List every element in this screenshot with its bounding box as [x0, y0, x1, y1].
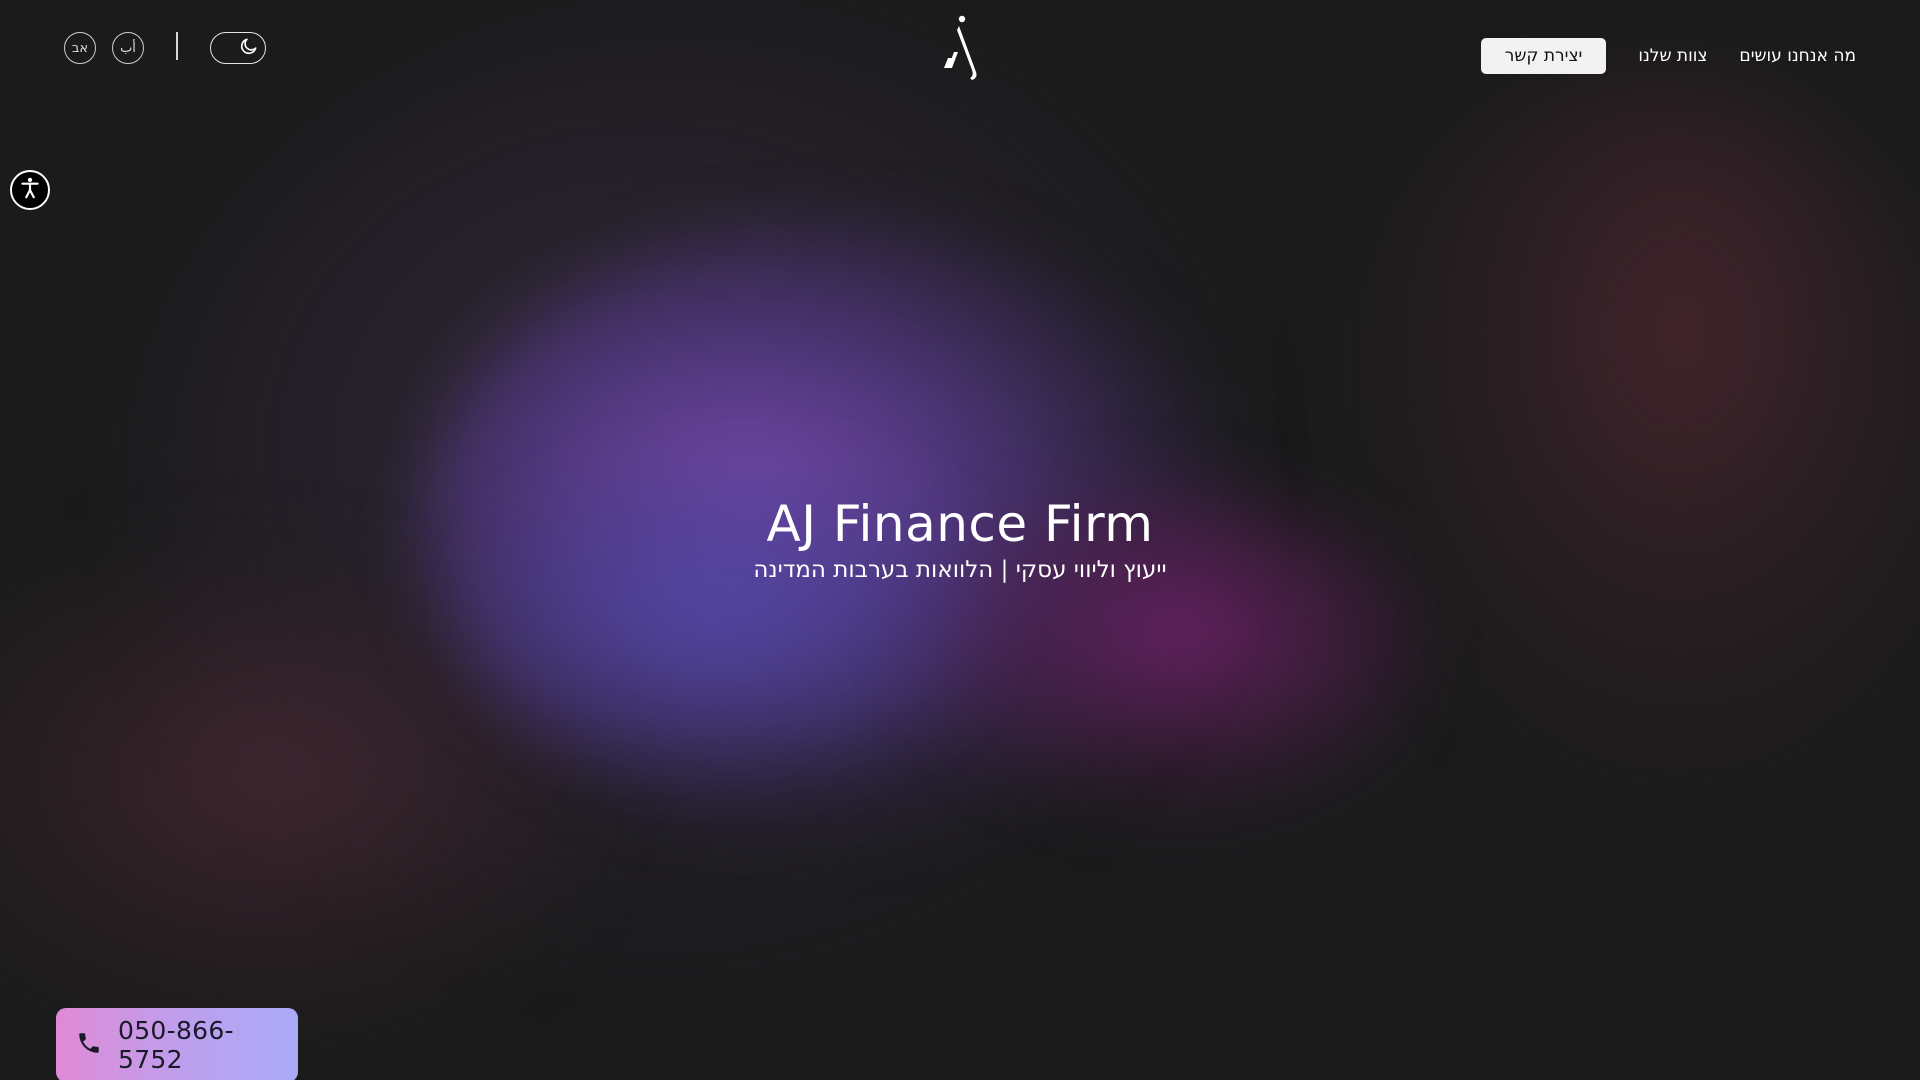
accessibility-button[interactable]: [10, 170, 50, 210]
contact-button[interactable]: יצירת קשר: [1480, 38, 1607, 74]
page: אב أب מה אנחנו עושים צוות שלנו יצירת קשר: [0, 0, 1920, 1080]
nav-item-our-team[interactable]: צוות שלנו: [1638, 46, 1707, 66]
main-nav: מה אנחנו עושים צוות שלנו יצירת קשר: [1480, 38, 1856, 74]
hero-title: AJ Finance Firm: [766, 495, 1154, 553]
phone-call-button[interactable]: 050-866-5752: [56, 1008, 298, 1080]
hero: AJ Finance Firm ייעוץ וליווי עסקי | הלוו…: [0, 494, 1920, 586]
language-hebrew-button[interactable]: אב: [64, 32, 96, 64]
theme-toggle[interactable]: [210, 32, 266, 64]
language-arabic-button[interactable]: أب: [112, 32, 144, 64]
hero-subtitle: ייעוץ וליווי עסקי | הלוואות בערבות המדינ…: [753, 557, 1167, 583]
moon-icon: [239, 36, 259, 60]
nav-item-what-we-do[interactable]: מה אנחנו עושים: [1739, 46, 1856, 66]
background-glow-right: [1340, 80, 1920, 800]
background-glow-left: [0, 560, 580, 1040]
accessibility-icon: [17, 175, 43, 205]
phone-icon: [76, 1030, 102, 1060]
header-divider: [176, 32, 178, 60]
phone-number: 050-866-5752: [118, 1016, 234, 1074]
aj-logo-icon[interactable]: [930, 12, 992, 84]
